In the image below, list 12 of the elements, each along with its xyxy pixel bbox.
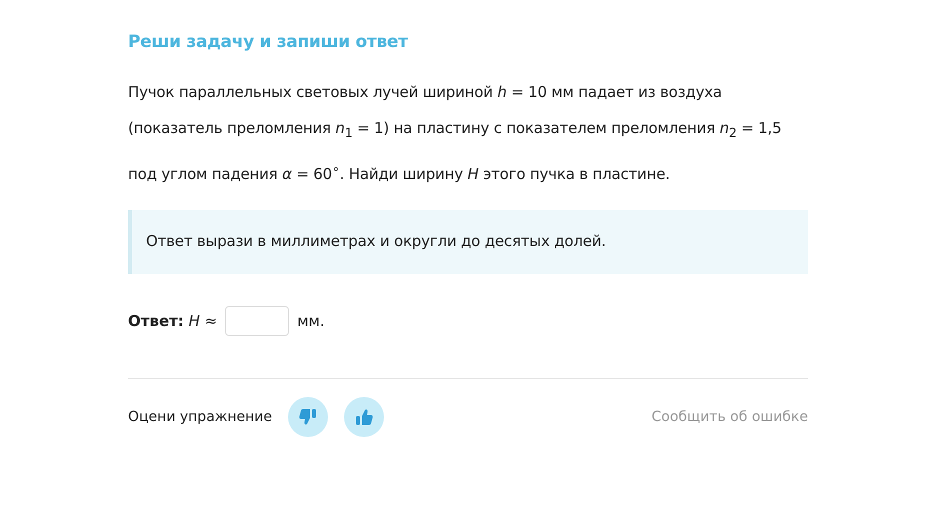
rate-label: Оцени упражнение (128, 409, 272, 425)
answer-label: Ответ: H ≈ (128, 312, 218, 330)
hint-text: Ответ вырази в миллиметрах и округли до десятых долей. (128, 210, 808, 274)
dislike-button[interactable] (288, 397, 328, 437)
problem-text: Пучок параллельных световых лучей шириной h = 10 мм падает из воздуха (показатель преломления n$_{1}$ = 1) на пластину с показателем преломления n$_{2}$ = 1,5 под углом падения α = 60$^{∘}$. Найди ширину H этого пучка в пластине. (128, 82, 782, 185)
thumbs-down-icon (298, 407, 318, 427)
thumbs-up-icon (354, 407, 374, 427)
unit-label: мм. (297, 312, 325, 330)
report-error-link[interactable]: Сообщить об ошибке (651, 409, 808, 425)
like-button[interactable] (344, 397, 384, 437)
answer-field[interactable] (225, 306, 290, 336)
task-title: Реши задачу и запиши ответ (128, 32, 409, 52)
